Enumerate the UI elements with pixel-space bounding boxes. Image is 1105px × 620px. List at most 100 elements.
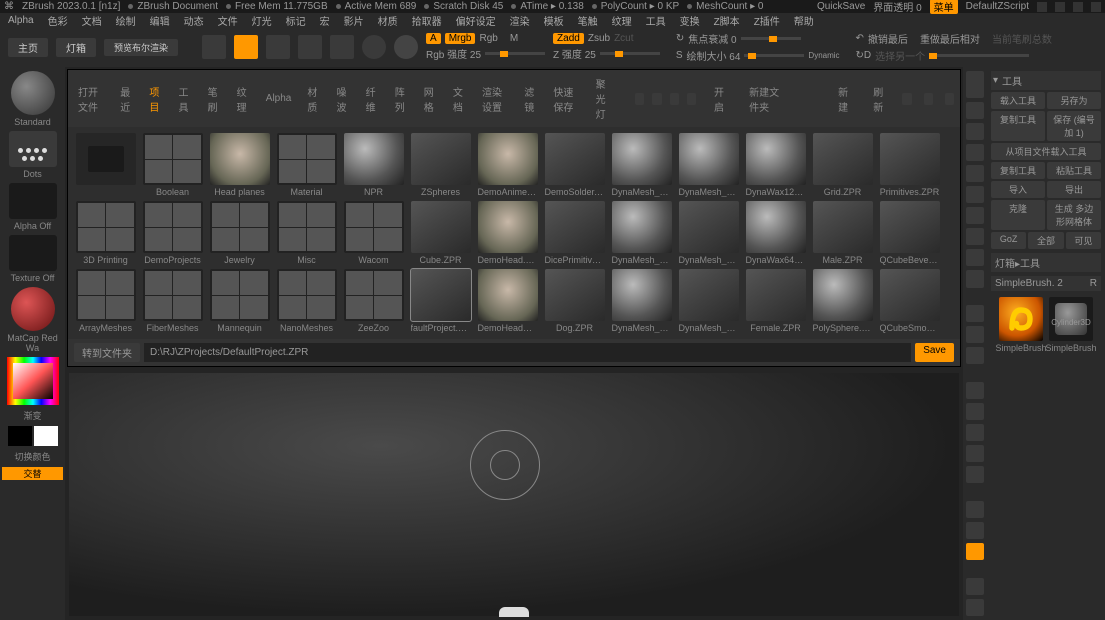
grid-thumb[interactable] <box>545 201 605 253</box>
grid-cell[interactable]: PolySphere.ZPR <box>811 269 874 333</box>
ui-transparency[interactable]: 界面透明 0 <box>873 0 921 14</box>
grid-cell[interactable]: Boolean <box>141 133 204 197</box>
canvas-bottom-tab[interactable] <box>499 607 529 617</box>
clone-button[interactable]: 克隆 <box>991 200 1045 230</box>
grid-view-icon[interactable] <box>924 93 933 105</box>
curve-icon[interactable]: ↻ <box>676 33 684 44</box>
frame-mesh-icon[interactable] <box>966 522 984 539</box>
browser-new-button[interactable]: 新建 <box>834 82 855 116</box>
grid-cell[interactable]: Misc <box>275 201 338 265</box>
grid-thumb[interactable] <box>210 269 270 321</box>
grid-thumb[interactable] <box>411 201 471 253</box>
solo-icon[interactable] <box>966 445 984 462</box>
circle-icon[interactable] <box>362 35 386 59</box>
grid-thumb[interactable] <box>478 269 538 321</box>
active-view-icon[interactable] <box>966 543 984 560</box>
rgb-toggle[interactable]: Rgb <box>479 33 497 44</box>
grid-thumb[interactable] <box>344 133 404 185</box>
xyz-icon[interactable] <box>966 501 984 518</box>
menu-item-17[interactable]: 纹理 <box>612 13 632 28</box>
grid-thumb[interactable] <box>344 269 404 321</box>
redo-icon[interactable]: ↻D <box>856 50 872 61</box>
browser-tab-2[interactable]: 项目 <box>145 82 166 116</box>
r-label[interactable]: R <box>1090 278 1097 289</box>
undo-icon[interactable]: ↶ <box>856 33 864 44</box>
grid-cell[interactable]: Grid.ZPR <box>811 133 874 197</box>
grid-thumb[interactable] <box>210 201 270 253</box>
grid-thumb[interactable] <box>746 269 806 321</box>
grid-cell[interactable]: Head planes <box>208 133 271 197</box>
grid-thumb[interactable] <box>76 201 136 253</box>
grid-cell[interactable]: QCubeSmooth.ZP <box>878 269 941 333</box>
grid-cell[interactable] <box>74 133 137 197</box>
grid-thumb[interactable] <box>411 269 471 321</box>
menu-item-6[interactable]: 文件 <box>218 13 238 28</box>
grid-cell[interactable]: DemoHead.ZPR <box>476 201 539 265</box>
grid-cell[interactable]: DemoHeadFema <box>476 269 539 333</box>
window-pin-icon[interactable] <box>1037 2 1047 12</box>
grid-cell[interactable]: Primitives.ZPR <box>878 133 941 197</box>
lightbox-tools-section[interactable]: 灯箱▸工具 <box>991 253 1101 272</box>
menu-button[interactable]: 菜单 <box>930 0 958 14</box>
size-icon[interactable]: S <box>676 50 683 61</box>
menu-item-14[interactable]: 渲染 <box>510 13 530 28</box>
browser-tab-6[interactable]: Alpha <box>262 91 296 106</box>
menu-item-16[interactable]: 笔触 <box>578 13 598 28</box>
list-view-icon[interactable] <box>902 93 911 105</box>
grid-icon[interactable] <box>966 578 984 595</box>
snap-icon[interactable] <box>966 599 984 616</box>
menu-item-20[interactable]: Z脚本 <box>714 13 740 28</box>
goz-all-button[interactable]: 全部 <box>1028 232 1063 249</box>
browser-tab-1[interactable]: 最近 <box>116 82 137 116</box>
export-button[interactable]: 导出 <box>1047 181 1101 198</box>
goz-visible-button[interactable]: 可见 <box>1066 232 1101 249</box>
lightbox-button[interactable]: 灯箱 <box>56 38 96 57</box>
menu-item-18[interactable]: 工具 <box>646 13 666 28</box>
scale-icon[interactable] <box>966 326 984 343</box>
grid-cell[interactable]: 3D Printing <box>74 201 137 265</box>
grid-cell[interactable]: Jewelry <box>208 201 271 265</box>
grid-cell[interactable]: QCubeBevel.ZPR <box>878 201 941 265</box>
grid-thumb[interactable] <box>880 133 940 185</box>
grid-thumb[interactable] <box>545 269 605 321</box>
zadd-pill[interactable]: Zadd <box>553 33 584 44</box>
boolean-preview-button[interactable]: 预览布尔渲染 <box>104 39 178 56</box>
grid-thumb[interactable] <box>344 201 404 253</box>
grid-thumb[interactable] <box>880 201 940 253</box>
grid-thumb[interactable] <box>813 269 873 321</box>
history-slider[interactable] <box>929 54 1029 57</box>
grid-cell[interactable]: Cube.ZPR <box>409 201 472 265</box>
browser-tab-12[interactable]: 文档 <box>449 82 470 116</box>
grid-cell[interactable]: ZSpheres <box>409 133 472 197</box>
grid-thumb[interactable] <box>679 269 739 321</box>
grid-thumb[interactable] <box>210 133 270 185</box>
path-input[interactable] <box>144 343 911 362</box>
canvas[interactable] <box>69 373 959 616</box>
grid-cell[interactable]: DynaMesh_Capsu <box>610 133 673 197</box>
quicksave-button[interactable]: QuickSave <box>817 1 865 12</box>
browser-tab-0[interactable]: 打开文件 <box>74 82 108 116</box>
xpose-icon[interactable] <box>966 466 984 483</box>
grid-cell[interactable]: DemoSolder.ZPR <box>543 133 606 197</box>
texture-slot[interactable] <box>9 235 57 271</box>
menu-item-2[interactable]: 文档 <box>82 13 102 28</box>
color-swatches[interactable] <box>8 426 58 446</box>
menu-item-11[interactable]: 材质 <box>378 13 398 28</box>
grid-thumb[interactable] <box>880 269 940 321</box>
grid-thumb[interactable] <box>612 269 672 321</box>
window-close-icon[interactable] <box>1091 2 1101 12</box>
browser-tab-15[interactable]: 快速保存 <box>549 82 583 116</box>
copy-tool-button[interactable]: 复制工具 <box>991 111 1045 141</box>
actual-icon[interactable] <box>966 165 984 182</box>
browser-tab-4[interactable]: 笔刷 <box>204 82 225 116</box>
grid-cell[interactable]: DynaWax128.ZPR <box>744 133 807 197</box>
menu-item-9[interactable]: 宏 <box>320 13 330 28</box>
menu-item-21[interactable]: Z插件 <box>754 13 780 28</box>
menu-item-3[interactable]: 绘制 <box>116 13 136 28</box>
grid-thumb[interactable] <box>143 133 203 185</box>
home-button[interactable]: 主页 <box>8 38 48 57</box>
menu-item-8[interactable]: 标记 <box>286 13 306 28</box>
saveas-button[interactable]: 另存为 <box>1047 92 1101 109</box>
floor-icon[interactable] <box>966 228 984 245</box>
grid-cell[interactable]: Dog.ZPR <box>543 269 606 333</box>
